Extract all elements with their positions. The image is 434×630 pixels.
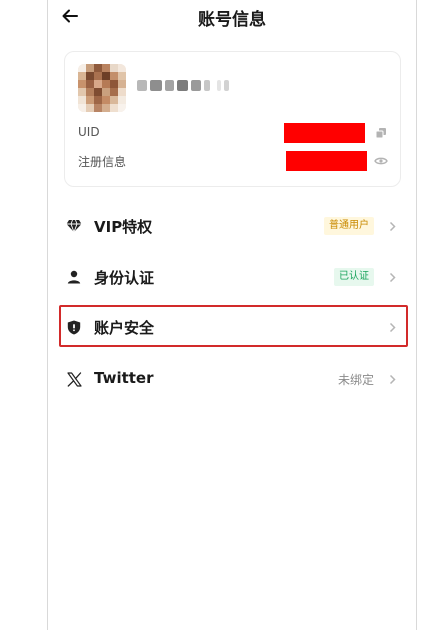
register-info-row: 注册信息 [78, 151, 394, 171]
register-info-label: 注册信息 [78, 155, 127, 169]
menu-item-identity[interactable]: 身份认证 已认证 [48, 255, 418, 299]
menu-item-twitter[interactable]: Twitter 未绑定 [48, 357, 418, 401]
twitter-bind-status: 未绑定 [337, 373, 374, 387]
menu-item-label: VIP特权 [94, 218, 153, 236]
page-title: 账号信息 [198, 10, 266, 30]
highlight-box [59, 305, 408, 347]
diamond-icon [65, 217, 83, 235]
verified-badge: 已认证 [334, 268, 374, 286]
chevron-right-icon [387, 269, 397, 285]
app-frame: 账号信息 UID 注册信息 VIP特权 普通用户 身份认证 已认证 账户安全 T… [47, 0, 417, 630]
menu-item-vip[interactable]: VIP特权 普通用户 [48, 204, 418, 248]
avatar[interactable] [78, 64, 126, 112]
vip-level-badge: 普通用户 [324, 217, 374, 235]
menu-item-label: 身份认证 [94, 269, 155, 287]
register-info-value-redacted [286, 151, 367, 171]
nickname-blurred [137, 80, 229, 91]
x-logo-icon [65, 370, 83, 388]
nav-bar: 账号信息 [48, 0, 416, 34]
chevron-right-icon [387, 218, 397, 234]
copy-icon[interactable] [373, 125, 389, 141]
user-icon [65, 268, 83, 286]
chevron-right-icon [387, 371, 397, 387]
uid-row: UID [78, 123, 394, 143]
uid-label: UID [78, 125, 100, 139]
eye-icon[interactable] [373, 153, 389, 169]
profile-card: UID 注册信息 [64, 51, 401, 187]
uid-value-redacted [284, 123, 365, 143]
menu-item-label: Twitter [94, 369, 154, 387]
